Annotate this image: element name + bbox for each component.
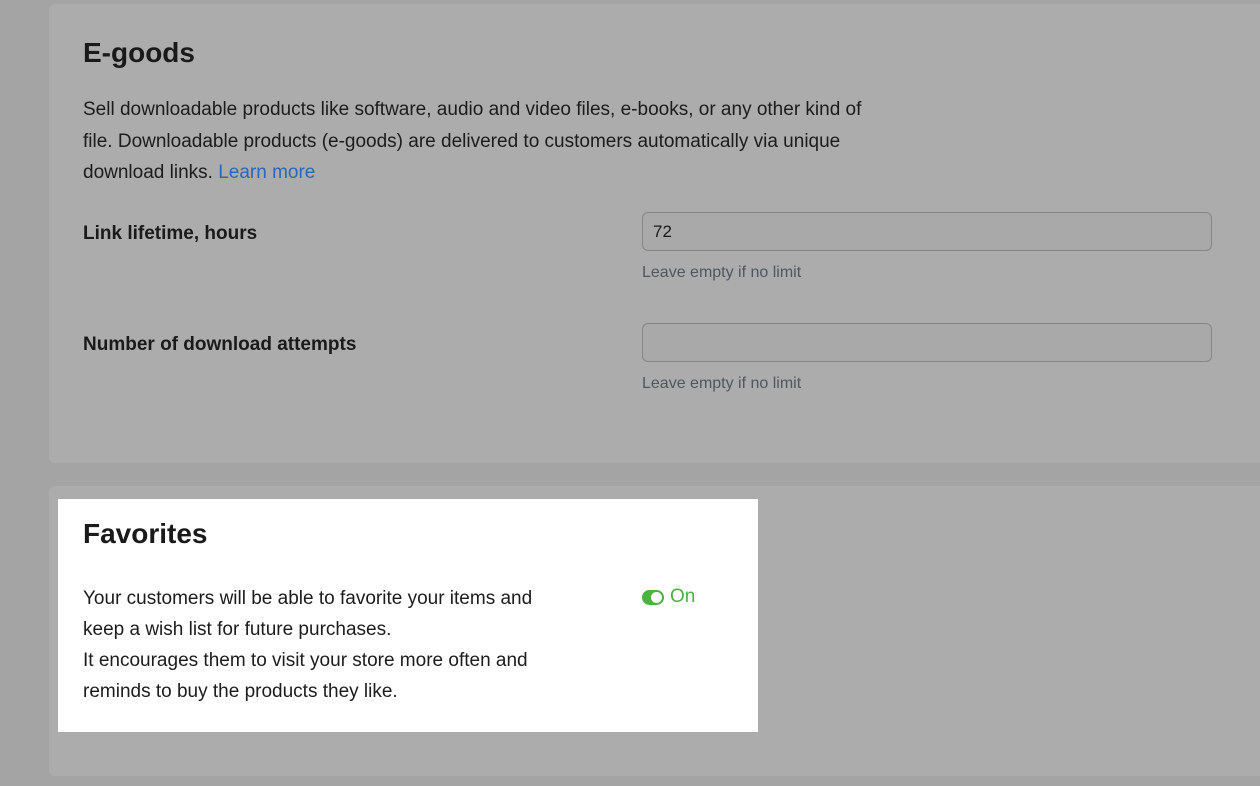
favorites-toggle-label[interactable]: On bbox=[670, 586, 695, 608]
egoods-description: Sell downloadable products like software… bbox=[83, 94, 963, 189]
toggle-knob bbox=[651, 591, 662, 603]
egoods-description-line-3: download links. bbox=[83, 162, 213, 183]
egoods-description-line-1: Sell downloadable products like software… bbox=[83, 99, 862, 120]
egoods-title: E-goods bbox=[83, 37, 195, 68]
favorites-panel: Favorites Your customers will be able to… bbox=[58, 499, 758, 732]
download-attempts-label: Number of download attempts bbox=[83, 334, 357, 355]
favorites-description-line-1: Your customers will be able to favorite … bbox=[83, 588, 533, 609]
egoods-card: E-goods Sell downloadable products like … bbox=[49, 4, 1260, 463]
link-lifetime-label: Link lifetime, hours bbox=[83, 223, 258, 244]
download-attempts-input[interactable] bbox=[642, 323, 1212, 362]
link-lifetime-input[interactable] bbox=[642, 212, 1212, 251]
favorites-title: Favorites bbox=[83, 518, 208, 549]
download-attempts-hint: Leave empty if no limit bbox=[642, 375, 802, 392]
favorites-description-line-4: reminds to buy the products they like. bbox=[83, 681, 398, 702]
egoods-description-line-2: file. Downloadable products (e-goods) ar… bbox=[83, 130, 841, 152]
toggle-switch-icon[interactable] bbox=[642, 589, 664, 605]
link-lifetime-hint: Leave empty if no limit bbox=[642, 264, 802, 281]
favorites-description-line-3: It encourages them to visit your store m… bbox=[83, 650, 528, 671]
learn-more-link[interactable]: Learn more bbox=[218, 162, 315, 183]
favorites-description-line-2: keep a wish list for future purchases. bbox=[83, 619, 392, 640]
favorites-toggle[interactable]: On bbox=[642, 586, 695, 608]
